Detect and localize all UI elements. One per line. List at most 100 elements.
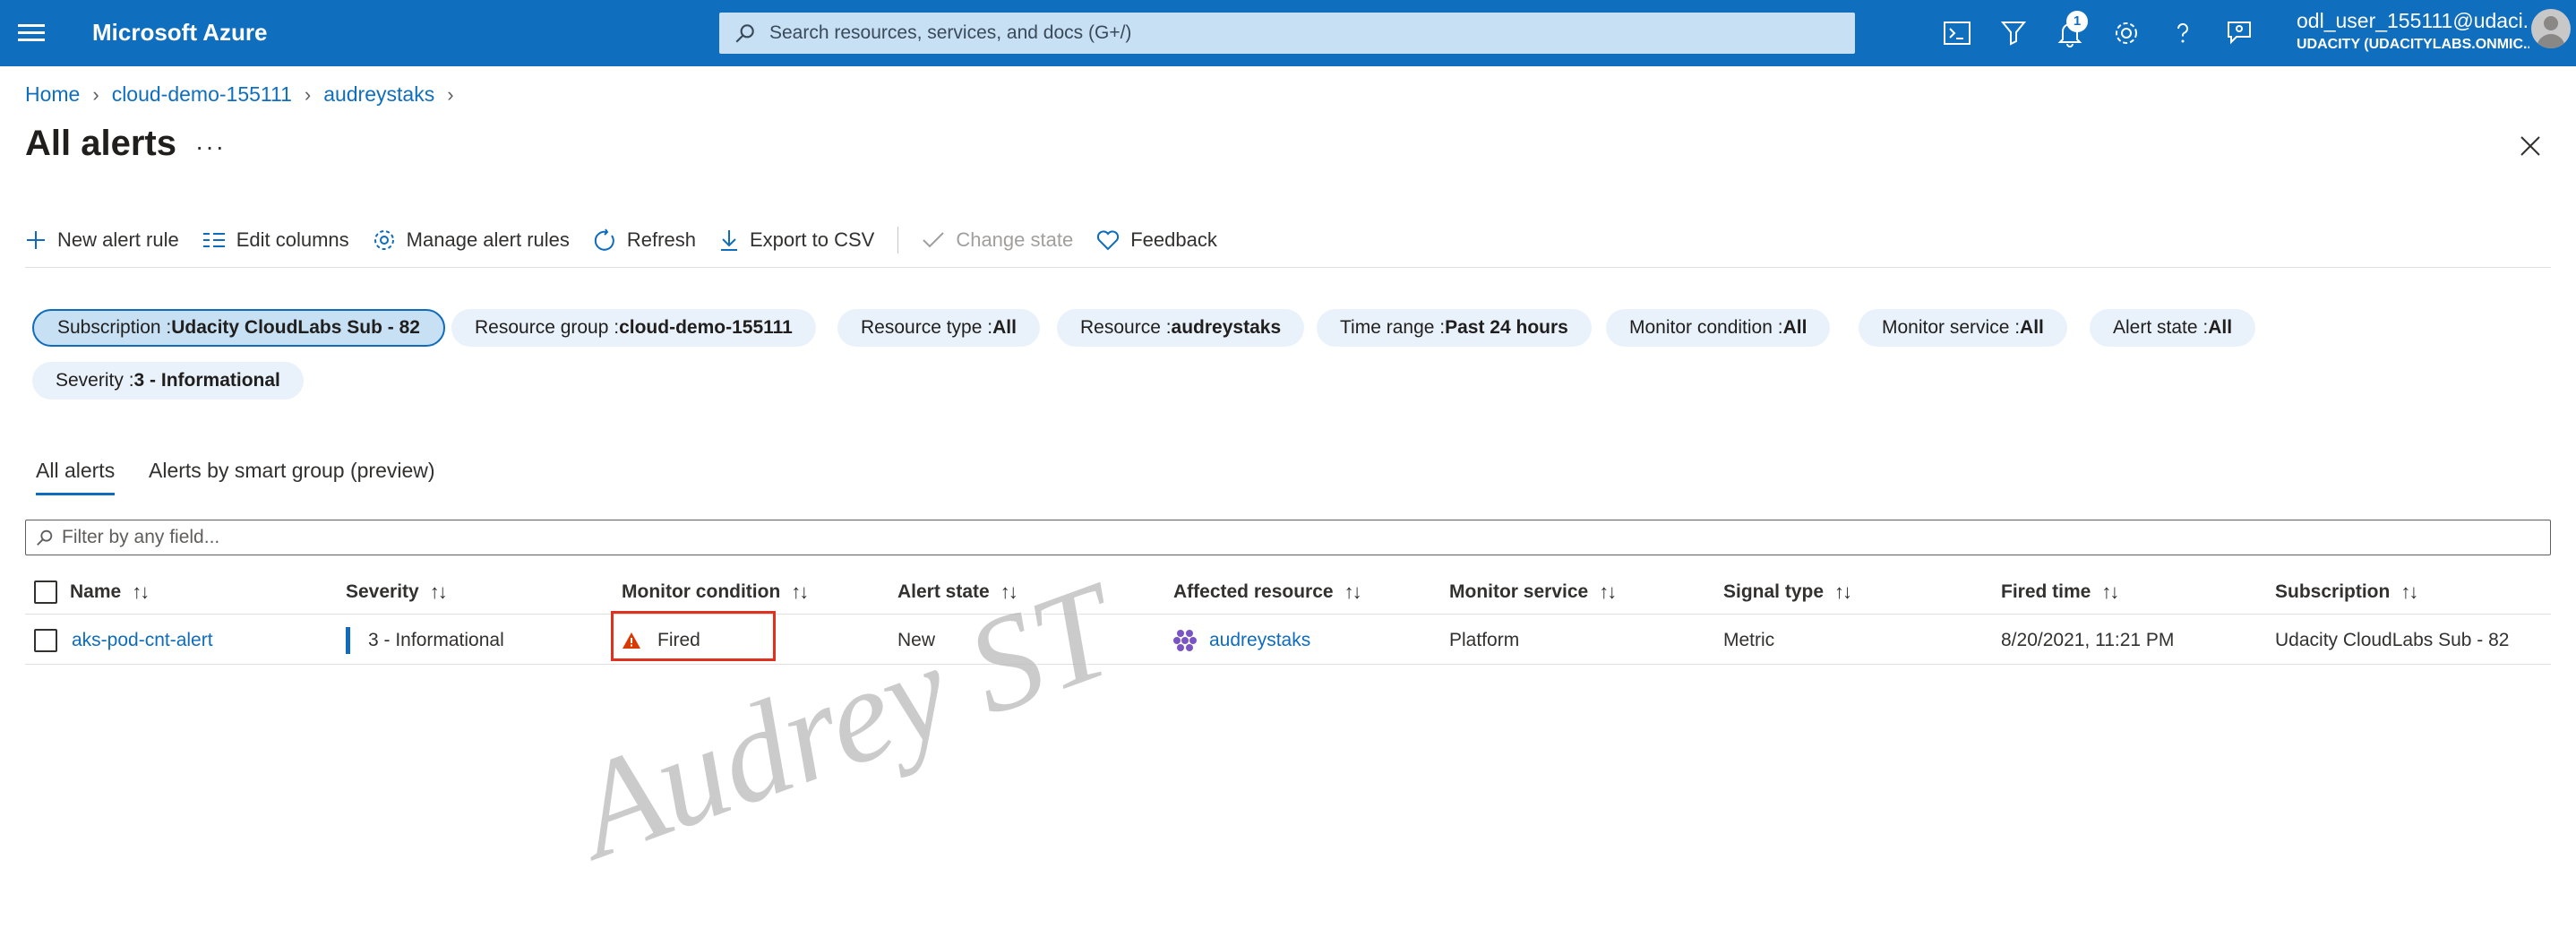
refresh-button[interactable]: Refresh xyxy=(593,228,696,252)
download-icon xyxy=(720,230,737,251)
filter-time-range[interactable]: Time range : Past 24 hours xyxy=(1317,309,1592,347)
search-box[interactable]: Search resources, services, and docs (G+… xyxy=(719,13,1855,54)
filter-severity[interactable]: Severity : 3 - Informational xyxy=(32,362,304,400)
filter-value: All xyxy=(2208,317,2233,338)
feedback-label: Feedback xyxy=(1130,228,1217,251)
filter-label: Monitor condition : xyxy=(1629,317,1783,338)
breadcrumb: Home › cloud-demo-155111 › audreystaks › xyxy=(25,82,467,107)
row-checkbox[interactable] xyxy=(34,616,57,665)
severity-cell: 3 - Informational xyxy=(346,616,504,665)
breadcrumb-resource-group[interactable]: cloud-demo-155111 xyxy=(112,82,292,107)
sort-icon: ↑↓ xyxy=(2400,580,2418,603)
filter-label: Subscription : xyxy=(57,317,172,338)
monitor-condition-value: Fired xyxy=(657,630,700,650)
sort-icon: ↑↓ xyxy=(1344,580,1362,603)
manage-alert-rules-label: Manage alert rules xyxy=(406,228,570,251)
help-icon[interactable] xyxy=(2168,18,2198,48)
filter-monitor-service[interactable]: Monitor service : All xyxy=(1859,309,2067,347)
filter-value: All xyxy=(2020,317,2044,338)
filter-value: audreystaks xyxy=(1171,317,1282,338)
avatar-person-icon xyxy=(2537,16,2565,48)
signal-type-cell: Metric xyxy=(1723,630,1775,650)
table-row[interactable]: aks-pod-cnt-alert 3 - Informational Fire… xyxy=(25,611,2551,665)
sort-icon: ↑↓ xyxy=(1834,580,1852,603)
filter-label: Severity : xyxy=(56,370,134,391)
manage-alert-rules-button[interactable]: Manage alert rules xyxy=(373,228,570,252)
filter-label: Time range : xyxy=(1340,317,1446,338)
close-icon[interactable] xyxy=(2517,133,2544,159)
column-header-affected-resource[interactable]: Affected resource ↑↓ xyxy=(1173,570,1362,615)
breadcrumb-resource[interactable]: audreystaks xyxy=(323,82,434,107)
filter-label: Resource type : xyxy=(861,317,993,338)
column-label: Signal type xyxy=(1723,581,1825,602)
filter-value: cloud-demo-155111 xyxy=(619,317,793,338)
column-header-subscription[interactable]: Subscription ↑↓ xyxy=(2275,570,2418,615)
filter-alert-state[interactable]: Alert state : All xyxy=(2090,309,2256,347)
column-label: Severity xyxy=(346,581,419,602)
filter-value: All xyxy=(1782,317,1807,338)
filter-resource[interactable]: Resource : audreystaks xyxy=(1057,309,1305,347)
hamburger-menu-icon[interactable] xyxy=(18,20,45,47)
filter-label: Resource group : xyxy=(475,317,620,338)
filter-resource-group[interactable]: Resource group : cloud-demo-155111 xyxy=(451,309,816,347)
refresh-icon xyxy=(594,228,614,251)
column-header-signal-type[interactable]: Signal type ↑↓ xyxy=(1723,570,1852,615)
search-icon xyxy=(735,24,754,43)
new-alert-rule-button[interactable]: New alert rule xyxy=(25,228,179,252)
fired-time-cell: 8/20/2021, 11:21 PM xyxy=(2001,630,2175,650)
account-info[interactable]: odl_user_155111@udaci... UDACITY (UDACIT… xyxy=(2297,9,2529,53)
column-header-name[interactable]: Name ↑↓ xyxy=(70,570,150,615)
gear-icon xyxy=(374,230,394,250)
avatar[interactable] xyxy=(2531,9,2571,48)
change-state-label: Change state xyxy=(956,228,1074,251)
feedback-button[interactable]: Feedback xyxy=(1096,228,1217,252)
brand-title[interactable]: Microsoft Azure xyxy=(92,19,268,47)
severity-indicator xyxy=(346,627,350,654)
column-header-severity[interactable]: Severity ↑↓ xyxy=(346,570,448,615)
user-tenant: UDACITY (UDACITYLABS.ONMIC... xyxy=(2297,37,2529,52)
select-all-checkbox[interactable] xyxy=(34,570,57,615)
column-label: Fired time xyxy=(2001,581,2091,602)
monitor-condition-cell: Fired xyxy=(622,616,700,665)
tab-smart-group[interactable]: Alerts by smart group (preview) xyxy=(149,459,435,483)
tab-all-alerts[interactable]: All alerts xyxy=(36,459,115,483)
user-name: odl_user_155111@udaci... xyxy=(2297,9,2529,32)
cloud-shell-icon[interactable] xyxy=(1942,18,1972,48)
breadcrumb-home[interactable]: Home xyxy=(25,82,80,107)
plus-icon xyxy=(27,231,45,249)
new-alert-rule-label: New alert rule xyxy=(57,228,179,251)
toolbar-divider-line xyxy=(25,267,2551,268)
filter-resource-type[interactable]: Resource type : All xyxy=(837,309,1040,347)
more-options-button[interactable]: ··· xyxy=(195,133,226,161)
edit-columns-button[interactable]: Edit columns xyxy=(202,228,349,252)
filter-value: 3 - Informational xyxy=(133,370,280,391)
filter-monitor-condition[interactable]: Monitor condition : All xyxy=(1606,309,1831,347)
affected-resource-link[interactable]: audreystaks xyxy=(1209,630,1310,651)
column-header-monitor-service[interactable]: Monitor service ↑↓ xyxy=(1449,570,1617,615)
column-label: Affected resource xyxy=(1173,581,1334,602)
sort-icon: ↑↓ xyxy=(132,580,150,603)
chevron-right-icon: › xyxy=(304,82,312,106)
filter-value: Past 24 hours xyxy=(1445,317,1568,338)
filter-value: All xyxy=(992,317,1017,338)
column-header-monitor-condition[interactable]: Monitor condition ↑↓ xyxy=(622,570,809,615)
sort-icon: ↑↓ xyxy=(429,580,448,603)
column-header-fired-time[interactable]: Fired time ↑↓ xyxy=(2001,570,2119,615)
edit-columns-label: Edit columns xyxy=(236,228,349,251)
directory-filter-icon[interactable] xyxy=(1998,18,2029,48)
columns-icon xyxy=(202,233,225,247)
filter-subscription[interactable]: Subscription : Udacity CloudLabs Sub - 8… xyxy=(32,309,445,347)
affected-resource-cell[interactable]: audreystaks xyxy=(1173,616,1310,665)
search-placeholder: Search resources, services, and docs (G+… xyxy=(769,22,1132,43)
settings-gear-icon[interactable] xyxy=(2111,18,2142,48)
sort-icon: ↑↓ xyxy=(2101,580,2119,603)
filter-label: Resource : xyxy=(1080,317,1172,338)
change-state-button[interactable]: Change state xyxy=(922,228,1073,252)
refresh-label: Refresh xyxy=(626,228,696,251)
feedback-icon[interactable] xyxy=(2224,18,2254,48)
tab-active-indicator xyxy=(36,493,115,495)
filter-input[interactable]: Filter by any field... xyxy=(25,520,2551,555)
alert-name-link[interactable]: aks-pod-cnt-alert xyxy=(72,616,213,665)
heart-icon xyxy=(1097,230,1120,251)
export-csv-button[interactable]: Export to CSV xyxy=(719,228,874,252)
